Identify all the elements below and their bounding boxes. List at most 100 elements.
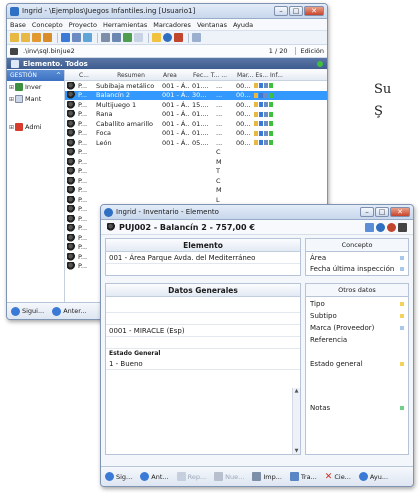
refresh-icon[interactable] xyxy=(61,33,70,42)
col-resumen[interactable]: Resumen xyxy=(99,72,161,79)
table-row[interactable]: P... M xyxy=(65,157,327,167)
menu-concepto[interactable]: Concepto xyxy=(32,21,63,29)
menu-bar: Base Concepto Proyecto Herramientas Marc… xyxy=(7,19,327,31)
table-row[interactable]: P... Caballito amarillo 001 - Á... 01......… xyxy=(65,119,327,129)
col-area[interactable]: Área xyxy=(161,72,191,79)
scroll-down-icon[interactable]: ▼ xyxy=(293,448,300,454)
menu-ayuda[interactable]: Ayuda xyxy=(233,21,253,29)
grid-icon[interactable] xyxy=(72,33,81,42)
folder-icon[interactable] xyxy=(21,33,30,42)
subtipo-field[interactable] xyxy=(106,313,300,325)
tree-header[interactable]: GESTIÓN ^ xyxy=(7,70,64,81)
table-row[interactable]: P... C xyxy=(65,148,327,158)
table-row[interactable]: P... C xyxy=(65,176,327,186)
close-record-button[interactable]: ✕ Cie... xyxy=(323,471,353,483)
window-icon[interactable] xyxy=(192,33,201,42)
globe-icon[interactable] xyxy=(376,222,385,232)
cell-code: P... xyxy=(78,110,88,119)
table-row[interactable]: P... Subibaja metálico 001 - Á... 01.......… xyxy=(65,81,327,91)
tree-node-administracion[interactable]: ⊞ Admi xyxy=(7,121,64,133)
minimize-button[interactable]: – xyxy=(274,6,288,16)
playground-element-icon xyxy=(67,148,76,157)
menu-proyecto[interactable]: Proyecto xyxy=(69,21,97,29)
menu-ventanas[interactable]: Ventanas xyxy=(197,21,227,29)
globe-icon[interactable] xyxy=(163,33,172,42)
previous-button[interactable]: Ant... xyxy=(138,471,170,482)
help-button[interactable]: Ayu... xyxy=(357,471,390,482)
main-titlebar[interactable]: Ingrid - \Ejemplos\Juegos Infantiles.ing… xyxy=(7,4,327,19)
ok-icon xyxy=(269,140,273,146)
table-row[interactable]: P... Balancín 2 001 - Á... 30...... 00... xyxy=(65,90,327,100)
status-dot-icon xyxy=(317,60,323,67)
area-field[interactable]: 001 - Área Parque Avda. del Mediterráneo xyxy=(106,252,300,264)
datos-generales-header: Datos Generales xyxy=(106,284,300,297)
menu-herramientas[interactable]: Herramientas xyxy=(103,21,147,29)
tipo-field[interactable] xyxy=(106,301,300,313)
scroll-up-icon[interactable]: ▲ xyxy=(293,388,300,394)
tools-icon[interactable] xyxy=(174,33,183,42)
transfer-button[interactable]: Tra... xyxy=(288,471,319,482)
close-button[interactable]: ✕ xyxy=(390,207,410,217)
marca-field[interactable]: 0001 - MIRACLE (Esp) xyxy=(106,325,300,337)
table-row[interactable]: P... T xyxy=(65,167,327,177)
cell-code: P... xyxy=(78,148,88,157)
playground-element-icon xyxy=(67,214,76,223)
tab-otros-datos[interactable]: Otros datos xyxy=(305,283,409,296)
elemento-pane: Elemento 001 - Área Parque Avda. del Med… xyxy=(105,238,301,276)
table-row[interactable]: P... Foca 001 - Á... 01....... 00... xyxy=(65,129,327,139)
folder-yellow-icon[interactable] xyxy=(152,33,161,42)
document-icon[interactable] xyxy=(134,33,143,42)
print-icon[interactable] xyxy=(101,33,110,42)
ok-icon xyxy=(269,102,273,108)
tools-icon[interactable] xyxy=(387,222,396,232)
ok-icon xyxy=(269,92,273,98)
next-button[interactable]: Sig... xyxy=(103,471,134,482)
previous-button[interactable]: Anter... xyxy=(50,306,88,317)
status-icons xyxy=(252,140,273,146)
referencia-field[interactable] xyxy=(106,337,300,349)
repeat-icon xyxy=(176,472,186,481)
tab-concepto[interactable]: Concepto xyxy=(305,238,409,251)
notas-scrollbar[interactable]: ▲ ▼ xyxy=(292,388,300,454)
table-row[interactable]: P... León 001 - Á... 05....... 00... xyxy=(65,138,327,148)
menu-base[interactable]: Base xyxy=(10,21,26,29)
collapse-icon[interactable]: ^ xyxy=(56,72,61,79)
report-icon[interactable] xyxy=(112,33,121,42)
cell-code: P... xyxy=(78,214,88,223)
tree-node-mantenimiento[interactable]: ⊞ Mant xyxy=(7,93,64,105)
edit-mode-button[interactable]: Edición xyxy=(295,47,324,55)
inventory-titlebar[interactable]: Ingrid - Inventario - Elemento – □ ✕ xyxy=(101,205,413,220)
chart-icon[interactable] xyxy=(123,33,132,42)
maximize-button[interactable]: □ xyxy=(289,6,303,16)
arrow-left-icon xyxy=(52,306,62,316)
tree-node-inventario[interactable]: ⊞ Inver xyxy=(7,81,64,93)
cell-name: Multijuego 1 xyxy=(96,100,137,109)
folder-add-icon[interactable] xyxy=(32,33,41,42)
next-button[interactable]: Sigui... xyxy=(9,306,46,317)
open-folder-icon[interactable] xyxy=(10,33,19,42)
table-row[interactable]: P... M xyxy=(65,186,327,196)
table-row[interactable]: P... Multijuego 1 001 - Á... 15....... 00... xyxy=(65,100,327,110)
col-marca[interactable]: Mar... Es... Inf... xyxy=(235,72,289,79)
notas-field[interactable]: ▲ ▼ xyxy=(106,388,300,454)
estado-field[interactable]: 1 - Bueno xyxy=(106,358,300,370)
cell-code: P... xyxy=(78,186,88,195)
close-button[interactable]: ✕ xyxy=(304,6,324,16)
new-button[interactable]: Nue... xyxy=(212,471,246,482)
maximize-button[interactable]: □ xyxy=(375,207,389,217)
col-code[interactable]: C... xyxy=(77,72,99,79)
col-fecha[interactable]: Fec... T... ... xyxy=(191,72,235,79)
repeat-button[interactable]: Rep... xyxy=(175,471,209,482)
binoculars-icon[interactable] xyxy=(398,222,407,232)
table-icon[interactable] xyxy=(83,33,92,42)
minimize-button[interactable]: – xyxy=(360,207,374,217)
image-icon[interactable] xyxy=(365,222,374,232)
menu-marcadores[interactable]: Marcadores xyxy=(153,21,191,29)
binoculars-icon[interactable] xyxy=(10,47,18,55)
folder-tree-icon[interactable] xyxy=(43,33,52,42)
referencia-label: Referencia xyxy=(310,336,348,344)
table-icon xyxy=(11,59,19,68)
print-button[interactable]: Imp... xyxy=(250,471,284,482)
table-row[interactable]: P... Rana 001 - Á... 01....... 00... xyxy=(65,110,327,120)
status-icons xyxy=(252,83,273,89)
